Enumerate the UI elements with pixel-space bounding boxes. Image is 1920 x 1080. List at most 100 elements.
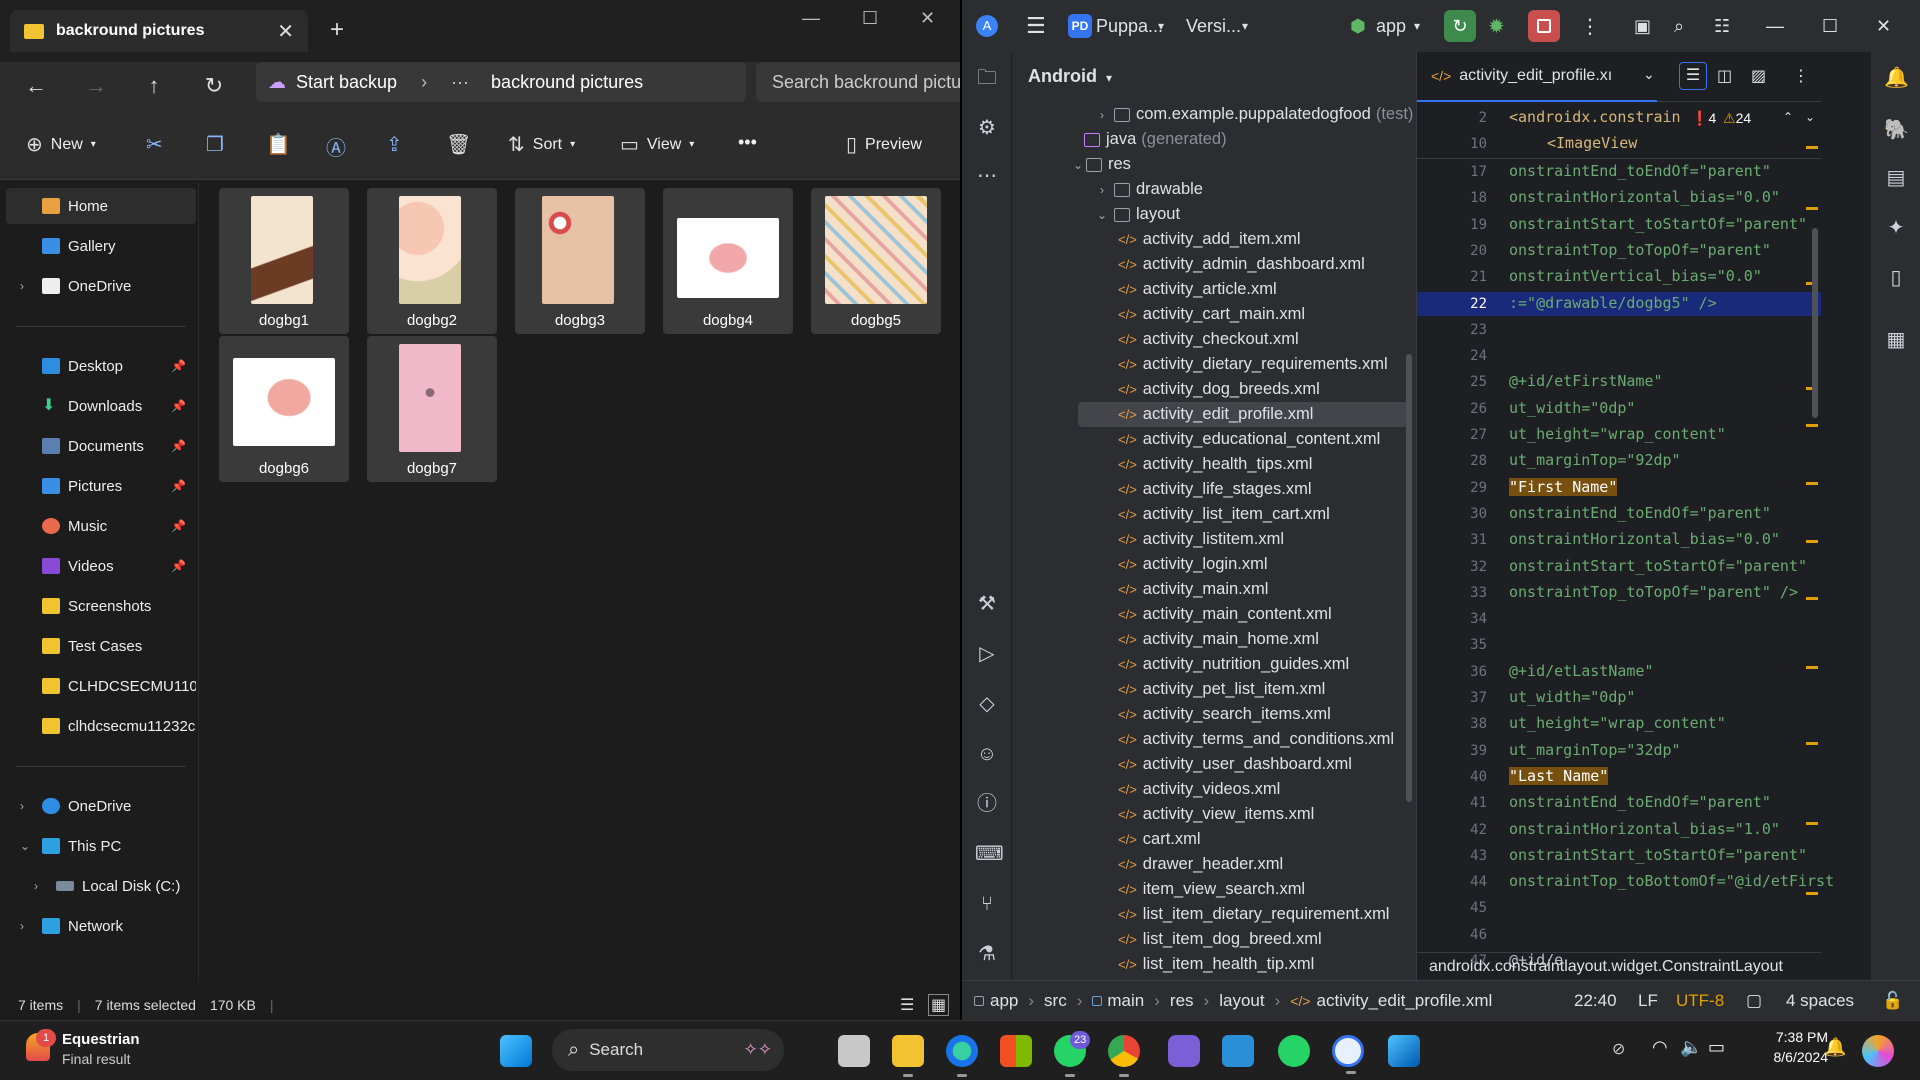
code-line[interactable]: onstraintEnd_toEndOf="parent": [1509, 504, 1771, 522]
nav-crumb[interactable]: app: [990, 991, 1018, 1011]
readonly-icon[interactable]: ▢: [1746, 991, 1762, 1011]
minimize-icon[interactable]: —: [1766, 16, 1784, 37]
device-manager-icon[interactable]: ▣: [1634, 16, 1651, 37]
layout-file-item[interactable]: </> activity_search_items.xml: [1012, 702, 1416, 727]
split-view-icon[interactable]: ◫: [1717, 66, 1732, 86]
battery-icon[interactable]: ▭: [1708, 1037, 1725, 1058]
details-view-icon[interactable]: ☰: [900, 995, 914, 1015]
nav-crumb[interactable]: res: [1170, 991, 1194, 1011]
whatsapp-icon[interactable]: [1278, 1035, 1310, 1067]
editor-tab-active[interactable]: </> activity_edit_profile.xı: [1417, 52, 1657, 102]
nav-onedrive-personal[interactable]: › OneDrive: [6, 268, 196, 304]
more-actions-icon[interactable]: ⋮: [1580, 14, 1600, 39]
nav-crumb[interactable]: layout: [1219, 991, 1264, 1011]
code-line[interactable]: ut_width="0dp": [1509, 399, 1635, 417]
file-tile[interactable]: dogbg7: [367, 336, 497, 482]
code-line[interactable]: "First Name": [1509, 477, 1618, 496]
code-line[interactable]: onstraintHorizontal_bias="1.0": [1509, 820, 1780, 838]
rename-button[interactable]: Ⓐ: [326, 132, 346, 161]
code-line[interactable]: onstraintTop_toTopOf="parent": [1509, 241, 1771, 259]
layout-file-item[interactable]: </> list_item_health_tip.xml: [1012, 952, 1416, 977]
layout-file-item[interactable]: </> activity_life_stages.xml: [1012, 477, 1416, 502]
more-icon[interactable]: ⋮: [1793, 66, 1809, 86]
gemini-icon[interactable]: ✦: [1884, 216, 1908, 240]
code-line[interactable]: onstraintTop_toTopOf="parent" />: [1509, 583, 1798, 601]
layout-file-item[interactable]: </> activity_terms_and_conditions.xml: [1012, 727, 1416, 752]
maximize-icon[interactable]: ☐: [1822, 16, 1838, 37]
new-button[interactable]: ⊕ New ▾: [26, 132, 96, 157]
nav-videos[interactable]: Videos 📌: [6, 548, 196, 584]
project-selector[interactable]: Puppa...: [1096, 16, 1163, 37]
notification-bell-icon[interactable]: 🔔: [1824, 1037, 1846, 1058]
code-line[interactable]: ut_marginTop="32dp": [1509, 741, 1681, 759]
file-tile[interactable]: dogbg2: [367, 188, 497, 334]
layout-file-item[interactable]: </> activity_nutrition_guides.xml: [1012, 652, 1416, 677]
gem-icon[interactable]: ◇: [975, 692, 999, 716]
code-line[interactable]: onstraintHorizontal_bias="0.0": [1509, 530, 1780, 548]
nav-documents[interactable]: Documents 📌: [6, 428, 196, 464]
code-line[interactable]: onstraintEnd_toEndOf="parent": [1509, 793, 1771, 811]
layout-file-item[interactable]: </> activity_dietary_requirements.xml: [1012, 352, 1416, 377]
layout-file-item[interactable]: </> activity_listitem.xml: [1012, 527, 1416, 552]
layout-file-item[interactable]: </> activity_login.xml: [1012, 552, 1416, 577]
nav-home[interactable]: Home: [6, 188, 196, 224]
layout-file-item[interactable]: </> activity_main.xml: [1012, 577, 1416, 602]
copy-button[interactable]: ❐: [206, 132, 224, 157]
layout-file-item[interactable]: </> activity_user_dashboard.xml: [1012, 752, 1416, 777]
layout-file-item[interactable]: </> activity_list_item_cart.xml: [1012, 502, 1416, 527]
problems-icon[interactable]: ⓘ: [975, 792, 999, 816]
layout-file-item[interactable]: </> activity_article.xml: [1012, 277, 1416, 302]
code-line[interactable]: @+id/etFirstName": [1509, 372, 1663, 390]
device-file-icon[interactable]: ▤: [1884, 166, 1908, 190]
editor-scrollbar[interactable]: [1812, 228, 1818, 418]
layout-file-item[interactable]: </> activity_checkout.xml: [1012, 327, 1416, 352]
terminal-icon[interactable]: ⌨: [975, 842, 1004, 866]
layout-file-item[interactable]: </> activity_educational_content.xml: [1012, 427, 1416, 452]
task-view-icon[interactable]: [838, 1035, 870, 1067]
code-line[interactable]: ut_height="wrap_content": [1509, 714, 1726, 732]
edge-icon[interactable]: [946, 1035, 978, 1077]
running-devices-icon[interactable]: ▯: [1884, 266, 1908, 290]
main-menu-icon[interactable]: ☰: [1026, 13, 1046, 39]
minimize-icon[interactable]: —: [802, 8, 820, 29]
tree-package-test[interactable]: › com.example.puppalatedogfood (test): [1012, 102, 1416, 127]
tiles-view-icon[interactable]: ▦: [928, 994, 950, 1016]
nav-pictures[interactable]: Pictures 📌: [6, 468, 196, 504]
nav-downloads[interactable]: ⬇ Downloads 📌: [6, 388, 196, 424]
maximize-icon[interactable]: ☐: [862, 8, 878, 29]
more-tools-icon[interactable]: ⋯: [975, 164, 999, 188]
up-icon[interactable]: ↑: [136, 70, 172, 102]
tree-java-generated[interactable]: java (generated): [1012, 127, 1416, 152]
code-line[interactable]: onstraintHorizontal_bias="0.0": [1509, 188, 1780, 206]
more-options-button[interactable]: •••: [738, 132, 757, 153]
app-inspection-icon[interactable]: ⚗: [975, 942, 999, 966]
code-line[interactable]: onstraintStart_toStartOf="parent": [1509, 557, 1807, 575]
file-tile[interactable]: dogbg3: [515, 188, 645, 334]
sticky-scroll-line[interactable]: <androidx.constrain: [1509, 108, 1681, 126]
address-bar[interactable]: ☁ Start backup › ··· backround pictures: [256, 62, 746, 102]
layout-file-item[interactable]: </> activity_cart_main.xml: [1012, 302, 1416, 327]
run-icon[interactable]: ▷: [975, 642, 999, 666]
code-line[interactable]: ut_width="0dp": [1509, 688, 1635, 706]
delete-button[interactable]: 🗑: [446, 132, 471, 157]
volume-icon[interactable]: 🔈: [1680, 1037, 1702, 1058]
chrome-icon[interactable]: [1108, 1035, 1140, 1077]
android-studio-icon[interactable]: [1332, 1035, 1364, 1074]
breadcrumb-current-folder[interactable]: backround pictures: [491, 72, 643, 93]
widget-title[interactable]: Equestrian: [62, 1031, 140, 1048]
nav-crumb[interactable]: src: [1044, 991, 1067, 1011]
share-button[interactable]: ⇪: [386, 132, 403, 157]
code-line[interactable]: onstraintStart_toStartOf="parent": [1509, 846, 1807, 864]
code-line[interactable]: :="@drawable/dogbg5" />: [1509, 294, 1717, 312]
code-line[interactable]: onstraintVertical_bias="0.0": [1509, 267, 1762, 285]
project-scrollbar[interactable]: [1406, 354, 1412, 802]
chevron-down-icon[interactable]: ⌄: [1805, 110, 1815, 124]
close-icon[interactable]: ✕: [920, 8, 935, 29]
notifications-icon[interactable]: 🔔: [1884, 66, 1909, 90]
resource-manager-icon[interactable]: ▦: [1884, 328, 1908, 352]
layout-file-item[interactable]: </> cart.xml: [1012, 827, 1416, 852]
nav-crumb[interactable]: activity_edit_profile.xml: [1317, 991, 1493, 1011]
chevron-down-icon[interactable]: ⌄: [1643, 66, 1655, 83]
preview-button[interactable]: ▯ Preview: [846, 132, 922, 157]
close-tab-icon[interactable]: ✕: [277, 19, 294, 44]
